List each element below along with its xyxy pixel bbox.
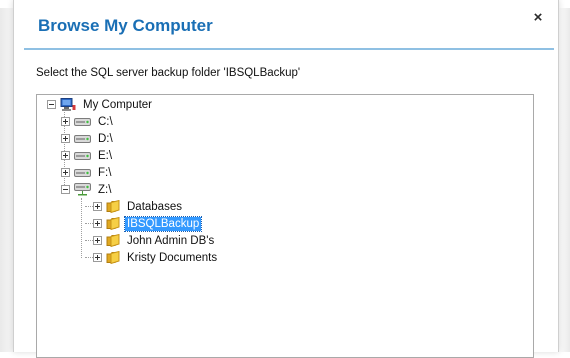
folder-icon bbox=[106, 234, 120, 247]
drive-icon bbox=[74, 151, 91, 160]
expand-toggle[interactable] bbox=[93, 236, 102, 245]
tree-node-label: Databases bbox=[127, 200, 182, 213]
tree-node-label: John Admin DB's bbox=[127, 234, 215, 247]
expand-toggle[interactable] bbox=[93, 202, 102, 211]
collapse-toggle[interactable] bbox=[47, 100, 56, 109]
expand-toggle[interactable] bbox=[61, 134, 70, 143]
tree-connector bbox=[85, 206, 93, 207]
tree-node-drive-d[interactable]: D:\ bbox=[61, 130, 115, 147]
tree-node-label: Z:\ bbox=[98, 183, 112, 196]
tree-node-my-computer[interactable]: My Computer bbox=[47, 96, 154, 113]
expand-toggle[interactable] bbox=[93, 219, 102, 228]
tree-node-label: Kristy Documents bbox=[127, 251, 218, 264]
folder-icon bbox=[106, 251, 120, 264]
title-separator bbox=[24, 48, 554, 50]
tree-node-folder-john-admin-dbs[interactable]: John Admin DB's bbox=[93, 232, 216, 249]
folder-icon bbox=[106, 200, 120, 213]
tree-connector bbox=[81, 198, 82, 258]
network-drive-icon bbox=[74, 183, 91, 196]
tree-connector bbox=[85, 240, 93, 241]
browse-dialog: Browse My Computer × Select the SQL serv… bbox=[13, 0, 559, 358]
tree-node-drive-c[interactable]: C:\ bbox=[61, 113, 115, 130]
tree-connector bbox=[85, 223, 93, 224]
tree-node-label: E:\ bbox=[98, 149, 113, 162]
expand-toggle[interactable] bbox=[61, 168, 70, 177]
tree-node-folder-ibsqlbackup[interactable]: IBSQLBackup bbox=[93, 215, 203, 232]
collapse-toggle[interactable] bbox=[61, 185, 70, 194]
tree-node-label: D:\ bbox=[98, 132, 113, 145]
expand-toggle[interactable] bbox=[61, 117, 70, 126]
tree-node-drive-e[interactable]: E:\ bbox=[61, 147, 114, 164]
drive-icon bbox=[74, 117, 91, 126]
dialog-title: Browse My Computer bbox=[38, 16, 213, 35]
tree-node-folder-kristy-documents[interactable]: Kristy Documents bbox=[93, 249, 219, 266]
expand-toggle[interactable] bbox=[93, 253, 102, 262]
tree-node-label: F:\ bbox=[98, 166, 112, 179]
folder-icon bbox=[106, 217, 120, 230]
tree-node-label: C:\ bbox=[98, 115, 113, 128]
tree-node-folder-databases[interactable]: Databases bbox=[93, 198, 184, 215]
drive-icon bbox=[74, 134, 91, 143]
folder-tree[interactable]: My Computer C:\ D:\ E:\ F:\ Z:\ Database… bbox=[36, 94, 534, 358]
tree-connector bbox=[85, 257, 93, 258]
tree-node-label-selected: IBSQLBackup bbox=[123, 215, 203, 232]
instruction-text: Select the SQL server backup folder 'IBS… bbox=[36, 67, 301, 79]
tree-node-label: My Computer bbox=[83, 98, 153, 111]
computer-icon bbox=[60, 97, 76, 111]
close-icon[interactable]: × bbox=[531, 10, 545, 26]
backdrop-shadow-right bbox=[558, 8, 570, 352]
expand-toggle[interactable] bbox=[61, 151, 70, 160]
drive-icon bbox=[74, 168, 91, 177]
tree-node-drive-f[interactable]: F:\ bbox=[61, 164, 113, 181]
tree-node-drive-z[interactable]: Z:\ bbox=[61, 181, 113, 198]
